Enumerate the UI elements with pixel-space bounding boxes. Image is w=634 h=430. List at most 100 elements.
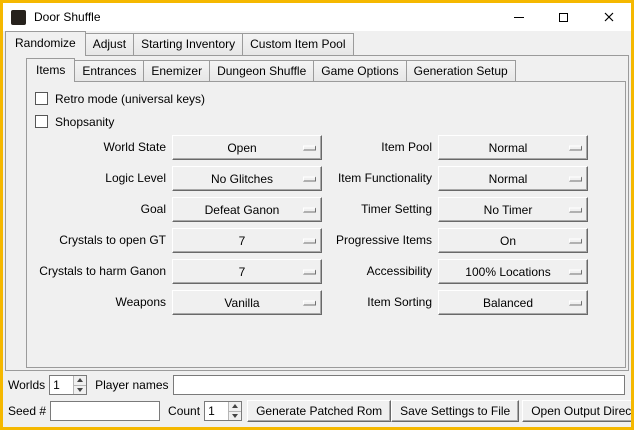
worlds-spin-up-button[interactable] xyxy=(74,376,86,385)
count-label: Count xyxy=(168,404,200,418)
tab-custom-item-pool[interactable]: Custom Item Pool xyxy=(242,33,353,56)
outer-tab-bar: Randomize Adjust Starting Inventory Cust… xyxy=(5,31,353,56)
dropdown-value: Open xyxy=(227,141,266,155)
worlds-spin-down-button[interactable] xyxy=(74,385,86,395)
item-sorting-label: Item Sorting xyxy=(328,290,432,315)
count-spin-up-button[interactable] xyxy=(229,402,241,411)
worlds-label: Worlds xyxy=(8,378,45,392)
dropdown-timer-setting[interactable]: No Timer xyxy=(438,197,588,222)
dropdown-value: Normal xyxy=(489,172,538,186)
settings-grid: World State Open Item Pool Normal Logic … xyxy=(35,135,617,315)
worlds-value: 1 xyxy=(50,376,73,394)
player-names-input[interactable] xyxy=(173,375,626,395)
progressive-items-label: Progressive Items xyxy=(328,228,432,253)
app-icon xyxy=(11,10,26,25)
weapons-label: Weapons xyxy=(35,290,166,315)
tab-entrances[interactable]: Entrances xyxy=(74,60,144,82)
checkbox-shopsanity[interactable]: Shopsanity xyxy=(35,111,617,132)
worlds-spinner[interactable]: 1 xyxy=(49,375,87,395)
dropdown-value: Vanilla xyxy=(224,296,269,310)
maximize-button[interactable] xyxy=(541,3,586,31)
dropdown-indicator-icon xyxy=(303,269,316,274)
dropdown-indicator-icon xyxy=(303,300,316,305)
crystals-harm-ganon-label: Crystals to harm Ganon xyxy=(35,259,166,284)
tab-starting-inventory[interactable]: Starting Inventory xyxy=(133,33,243,56)
dropdown-indicator-icon xyxy=(303,207,316,212)
dropdown-value: 7 xyxy=(239,234,256,248)
spin-up-icon xyxy=(232,404,238,408)
dropdown-crystals-open-gt[interactable]: 7 xyxy=(172,228,322,253)
goal-label: Goal xyxy=(35,197,166,222)
dropdown-crystals-harm-ganon[interactable]: 7 xyxy=(172,259,322,284)
inner-tab-bar: Items Entrances Enemizer Dungeon Shuffle… xyxy=(26,58,626,82)
generate-patched-rom-button[interactable]: Generate Patched Rom xyxy=(247,400,391,422)
close-button[interactable] xyxy=(586,3,631,31)
dropdown-world-state[interactable]: Open xyxy=(172,135,322,160)
dropdown-indicator-icon xyxy=(569,238,582,243)
player-names-label: Player names xyxy=(95,378,168,392)
dropdown-indicator-icon xyxy=(569,269,582,274)
window: Door Shuffle Randomize Adjust Starting I… xyxy=(0,0,634,430)
spin-up-icon xyxy=(77,378,83,382)
dropdown-value: No Timer xyxy=(484,203,543,217)
minimize-icon xyxy=(514,17,524,18)
titlebar[interactable]: Door Shuffle xyxy=(3,3,631,31)
randomize-pane: Items Entrances Enemizer Dungeon Shuffle… xyxy=(5,55,629,371)
dropdown-value: No Glitches xyxy=(211,172,283,186)
tab-game-options[interactable]: Game Options xyxy=(313,60,406,82)
dropdown-weapons[interactable]: Vanilla xyxy=(172,290,322,315)
spin-down-icon xyxy=(232,414,238,418)
dropdown-indicator-icon xyxy=(569,145,582,150)
count-spinner[interactable]: 1 xyxy=(204,401,242,421)
shopsanity-checkbox-box[interactable] xyxy=(35,115,48,128)
dropdown-item-sorting[interactable]: Balanced xyxy=(438,290,588,315)
tab-randomize[interactable]: Randomize xyxy=(5,31,86,56)
dropdown-indicator-icon xyxy=(569,176,582,181)
dropdown-indicator-icon xyxy=(569,207,582,212)
tab-adjust[interactable]: Adjust xyxy=(85,33,134,56)
shopsanity-label: Shopsanity xyxy=(55,115,114,129)
tab-generation-setup[interactable]: Generation Setup xyxy=(406,60,516,82)
seed-input[interactable] xyxy=(50,401,160,421)
dropdown-value: Normal xyxy=(489,141,538,155)
tab-items[interactable]: Items xyxy=(26,58,75,82)
dropdown-value: On xyxy=(500,234,526,248)
spin-down-icon xyxy=(77,388,83,392)
tab-enemizer[interactable]: Enemizer xyxy=(143,60,210,82)
dropdown-value: 100% Locations xyxy=(465,265,560,279)
minimize-button[interactable] xyxy=(496,3,541,31)
open-output-directory-button[interactable]: Open Output Directory xyxy=(522,400,634,422)
dropdown-item-functionality[interactable]: Normal xyxy=(438,166,588,191)
item-functionality-label: Item Functionality xyxy=(328,166,432,191)
window-controls xyxy=(496,3,631,31)
dropdown-indicator-icon xyxy=(303,145,316,150)
dropdown-value: 7 xyxy=(239,265,256,279)
dropdown-accessibility[interactable]: 100% Locations xyxy=(438,259,588,284)
dropdown-goal[interactable]: Defeat Ganon xyxy=(172,197,322,222)
item-pool-label: Item Pool xyxy=(328,135,432,160)
dropdown-value: Balanced xyxy=(483,296,543,310)
dropdown-logic-level[interactable]: No Glitches xyxy=(172,166,322,191)
retro-mode-checkbox-box[interactable] xyxy=(35,92,48,105)
count-value: 1 xyxy=(205,402,228,420)
timer-setting-label: Timer Setting xyxy=(328,197,432,222)
maximize-icon xyxy=(559,13,568,22)
world-state-label: World State xyxy=(35,135,166,160)
crystals-open-gt-label: Crystals to open GT xyxy=(35,228,166,253)
close-icon xyxy=(604,12,614,22)
dropdown-indicator-icon xyxy=(569,300,582,305)
dropdown-item-pool[interactable]: Normal xyxy=(438,135,588,160)
worlds-spinner-buttons xyxy=(73,376,86,394)
dropdown-indicator-icon xyxy=(303,238,316,243)
accessibility-label: Accessibility xyxy=(328,259,432,284)
logic-level-label: Logic Level xyxy=(35,166,166,191)
tab-dungeon-shuffle[interactable]: Dungeon Shuffle xyxy=(209,60,314,82)
footer-row-worlds: Worlds 1 Player names xyxy=(8,374,625,396)
checkbox-retro-mode[interactable]: Retro mode (universal keys) xyxy=(35,88,617,109)
save-settings-button[interactable]: Save Settings to File xyxy=(391,400,519,422)
count-spin-down-button[interactable] xyxy=(229,411,241,421)
footer-row-seed: Seed # Count 1 Generate Patched Rom Save… xyxy=(8,400,625,422)
dropdown-value: Defeat Ganon xyxy=(205,203,290,217)
dropdown-progressive-items[interactable]: On xyxy=(438,228,588,253)
window-title: Door Shuffle xyxy=(34,10,101,24)
